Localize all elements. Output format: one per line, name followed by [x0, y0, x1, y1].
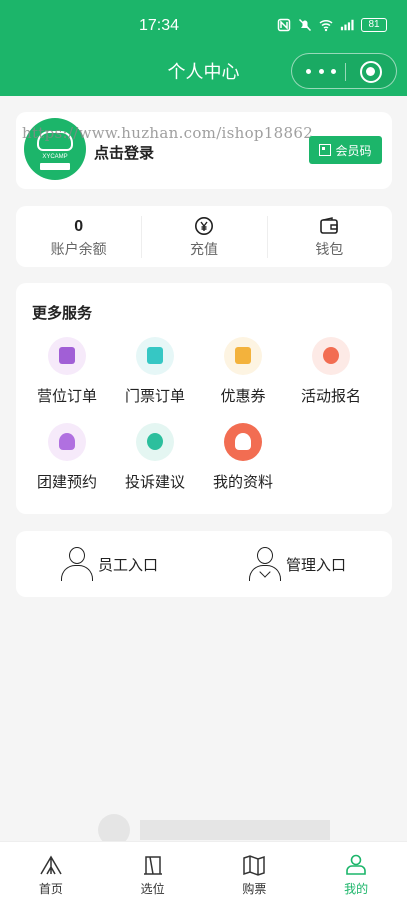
tab-home[interactable]: 首页	[0, 842, 102, 900]
service-label: 门票订单	[124, 387, 185, 405]
list-icon	[48, 337, 86, 375]
watermark-text: https://www.huzhan.com/ishop18862	[22, 124, 314, 142]
tab-mine-label: 我的	[344, 882, 369, 896]
service-label: 优惠券	[220, 387, 266, 405]
phone-icon	[136, 423, 174, 461]
wallet-icon	[320, 217, 339, 234]
admin-entry-button[interactable]: 管理入口	[248, 545, 346, 583]
nfc-icon	[277, 18, 291, 32]
user-icon	[346, 854, 366, 875]
wallet-card: 0 账户余额 充值 钱包	[16, 206, 392, 267]
status-bar: 17:34 81	[0, 0, 407, 50]
service-label: 营位订单	[36, 387, 97, 405]
avatar-brand-bar	[40, 163, 70, 170]
capsule-divider	[345, 63, 346, 81]
service-label: 投诉建议	[124, 473, 185, 491]
admin-entry-label: 管理入口	[286, 555, 347, 574]
wallet-item[interactable]: 钱包	[266, 206, 392, 267]
select-icon	[143, 856, 162, 875]
service-ticket-orders[interactable]: 门票订单	[108, 337, 202, 407]
status-time: 17:34	[139, 17, 180, 34]
recharge-item[interactable]: 充值	[141, 206, 266, 267]
tab-mine[interactable]: 我的	[305, 842, 407, 900]
home-tent-icon	[40, 855, 62, 875]
mute-icon	[298, 18, 312, 32]
profile-card[interactable]: XYCAMP 点击登录 https://www.huzhan.com/ishop…	[16, 112, 392, 189]
service-camp-orders[interactable]: 营位订单	[20, 337, 114, 407]
bottom-tab-bar: 首页 选位 购票 我的	[0, 841, 407, 900]
tab-tickets-label: 购票	[242, 882, 267, 896]
admin-person-icon	[248, 546, 282, 582]
login-link[interactable]: 点击登录	[94, 142, 154, 163]
recharge-yen-icon	[194, 217, 213, 235]
service-team-booking[interactable]: 团建预约	[20, 423, 114, 493]
staff-entry-button[interactable]: 员工入口	[60, 545, 158, 583]
group-icon	[48, 423, 86, 461]
profile-icon	[224, 423, 262, 461]
staff-person-icon	[60, 546, 94, 582]
tab-home-label: 首页	[38, 882, 63, 896]
avatar-brand: XYCAMP	[42, 154, 68, 160]
more-icon[interactable]	[306, 64, 336, 78]
wifi-icon	[319, 19, 333, 32]
balance-label: 账户余额	[50, 242, 107, 258]
close-target-icon[interactable]	[360, 61, 382, 83]
status-icons: 81	[277, 18, 387, 32]
balance-item[interactable]: 0 账户余额	[16, 206, 141, 267]
signal-icon	[340, 19, 354, 31]
service-complaints[interactable]: 投诉建议	[108, 423, 202, 493]
tab-select-label: 选位	[140, 882, 165, 896]
member-code-button[interactable]: 会员码	[309, 136, 382, 164]
coupon-icon	[224, 337, 262, 375]
services-card: 更多服务 营位订单 门票订单 优惠券 活动报名 团建预约 投诉建议 我的资料	[16, 283, 392, 514]
mini-program-capsule	[291, 53, 397, 89]
service-my-profile[interactable]: 我的资料	[196, 423, 290, 493]
battery-indicator: 81	[361, 18, 387, 32]
services-title: 更多服务	[32, 304, 93, 322]
ticket-map-icon	[243, 855, 266, 876]
member-code-label: 会员码	[335, 143, 372, 158]
wallet-label: 钱包	[315, 242, 344, 258]
service-label: 团建预约	[36, 473, 97, 491]
recharge-label: 充值	[189, 242, 218, 258]
tab-tickets[interactable]: 购票	[204, 842, 306, 900]
tab-select[interactable]: 选位	[102, 842, 204, 900]
service-label: 我的资料	[212, 473, 273, 491]
service-event-signup[interactable]: 活动报名	[284, 337, 378, 407]
ticket-icon	[136, 337, 174, 375]
service-coupons[interactable]: 优惠券	[196, 337, 290, 407]
header-bar: 17:34 81 个人中心	[0, 0, 407, 96]
flame-icon	[312, 337, 350, 375]
entry-card: 员工入口 管理入口	[16, 531, 392, 597]
service-label: 活动报名	[300, 387, 361, 405]
qr-code-icon	[319, 144, 332, 156]
balance-value: 0	[74, 218, 84, 235]
staff-entry-label: 员工入口	[98, 555, 159, 574]
